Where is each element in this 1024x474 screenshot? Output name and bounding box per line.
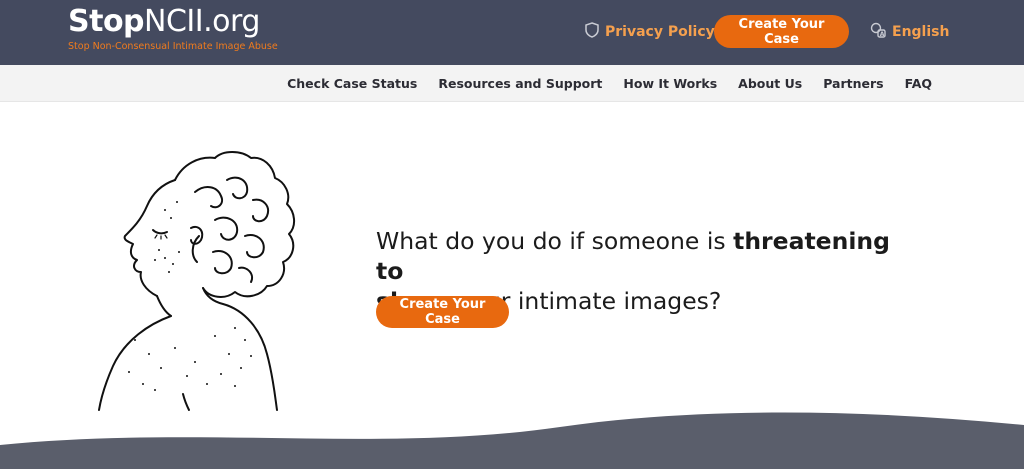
- footer-wave: [0, 405, 1024, 474]
- privacy-policy-label: Privacy Policy: [605, 24, 715, 40]
- headline-start: What do you do if someone is: [376, 227, 734, 255]
- privacy-policy-link[interactable]: Privacy Policy: [585, 22, 715, 42]
- logo-bold: Stop: [68, 4, 145, 39]
- site-logo[interactable]: StopNCII.org: [68, 4, 260, 40]
- nav-about-us[interactable]: About Us: [738, 76, 802, 91]
- shield-icon: [585, 22, 599, 42]
- tagline: Stop Non-Consensual Intimate Image Abuse: [68, 41, 278, 52]
- secondary-nav: Check Case Status Resources and Support …: [0, 65, 1024, 102]
- hero-illustration: [95, 140, 315, 417]
- nav-resources-support[interactable]: Resources and Support: [438, 76, 602, 91]
- create-case-button-hero[interactable]: Create Your Case: [376, 296, 509, 328]
- nav-how-it-works[interactable]: How It Works: [623, 76, 717, 91]
- language-label: English: [892, 24, 950, 40]
- language-selector[interactable]: A English: [870, 22, 949, 42]
- svg-text:A: A: [880, 31, 885, 38]
- nav-faq[interactable]: FAQ: [905, 76, 932, 91]
- logo-rest: NCII.org: [144, 4, 260, 39]
- nav-check-case-status[interactable]: Check Case Status: [287, 76, 417, 91]
- translate-icon: A: [870, 22, 886, 42]
- nav-partners[interactable]: Partners: [823, 76, 883, 91]
- create-case-button-header[interactable]: Create Your Case: [714, 15, 849, 48]
- top-header: StopNCII.org Stop Non-Consensual Intimat…: [0, 0, 1024, 65]
